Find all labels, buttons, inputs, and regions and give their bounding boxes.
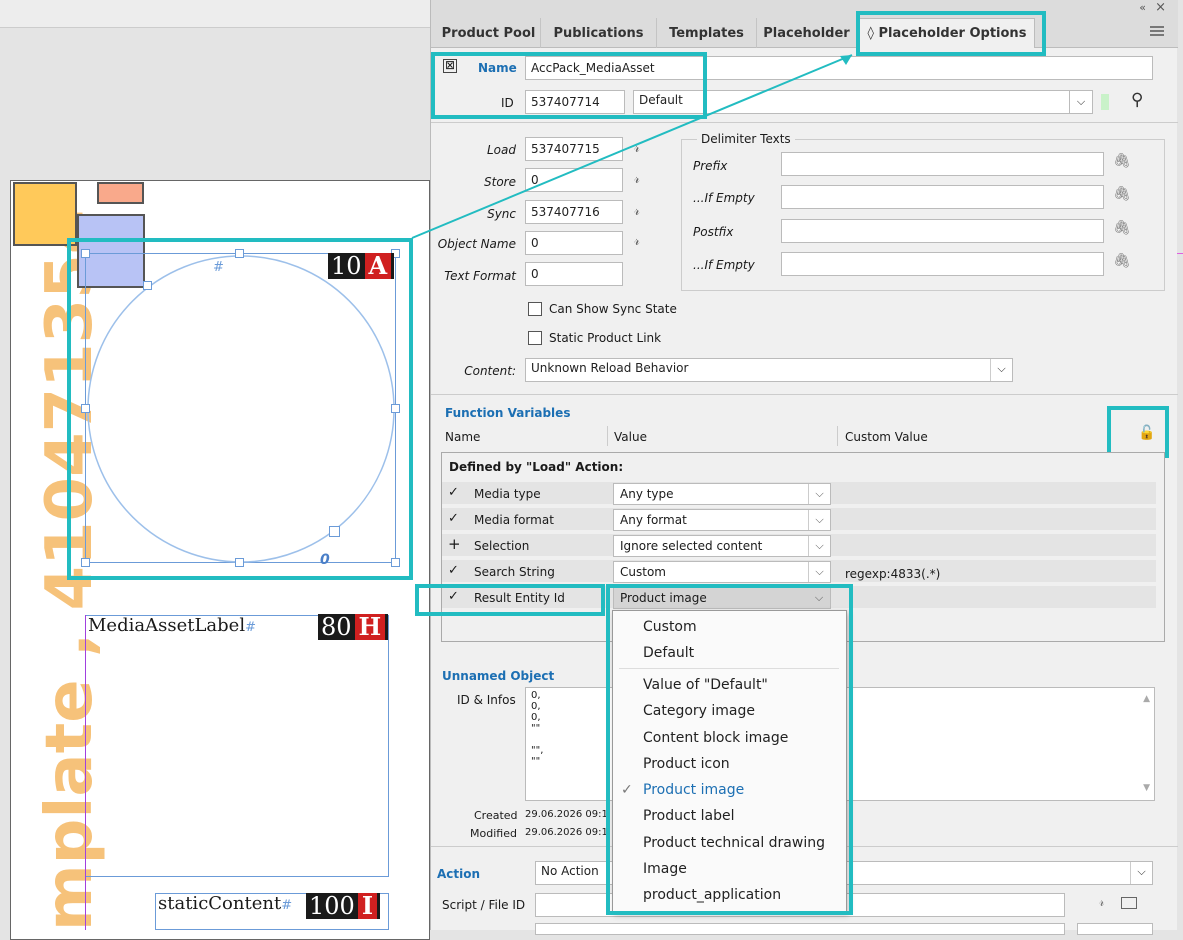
highlight-dropdown [606,584,853,915]
connector-line [411,54,853,239]
